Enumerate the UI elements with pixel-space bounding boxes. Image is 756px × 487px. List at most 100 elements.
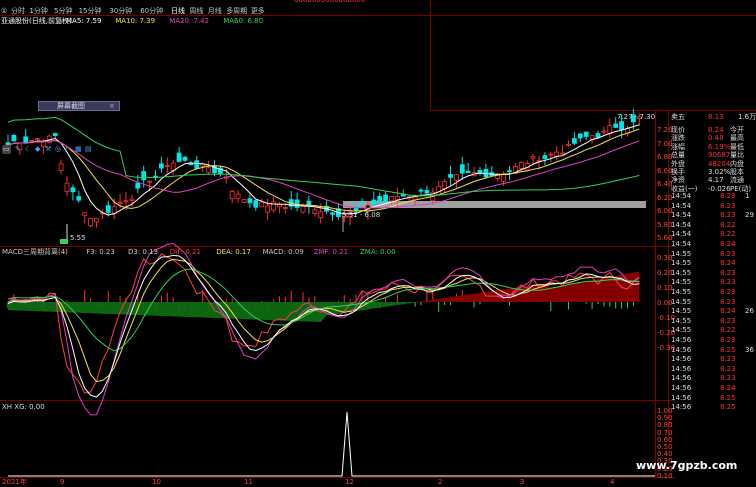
ma20-line [7,139,640,209]
candle-body [164,165,170,167]
screenshot-button-label: 屏幕截图 [57,102,85,110]
tick-price: 8.23 [720,249,736,258]
date-tick: 9 [60,478,65,486]
screenshot-button[interactable]: 屏幕截图 × [38,101,120,111]
drawing-toolbar: ▭ ✎ ☾ ◆ ⚒ ◎ ∕ ▦ ▤ [2,144,94,157]
candle-body [123,200,129,203]
tick-vol: 26 [745,307,754,316]
tick-price: 8.23 [720,278,736,287]
macd-legend-item: DEA: 0.17 [216,248,251,256]
tick-vol: 29 [745,211,754,220]
tick-time: 14:55 [671,316,692,325]
chart-canvas[interactable] [0,0,756,487]
candle-body [613,123,619,128]
tick-price: 8.23 [720,201,736,210]
candle-body [442,181,448,190]
candle-body [465,170,471,173]
tick-time: 14:54 [671,211,692,220]
candle-body [377,196,383,204]
candle-body [247,198,253,204]
candle-body [359,201,365,205]
support-band [343,201,646,208]
close-icon[interactable]: × [109,102,115,111]
candle-body [259,201,265,208]
candle-body [11,134,17,142]
line-icon[interactable]: ∕ [65,145,67,154]
tick-price: 8.23 [720,192,736,200]
tick-time: 14:55 [671,249,692,258]
candle-body [158,163,164,169]
candle-body [318,211,324,219]
tick-time: 14:55 [671,288,692,296]
candle-body [76,196,82,201]
candle-body [542,155,548,159]
candle-body [477,170,483,174]
candle-body [58,163,64,171]
tick-price: 8.23 [720,211,736,220]
tick-time: 14:56 [671,374,692,383]
candle-body [577,133,583,139]
tick-time: 14:56 [671,345,692,354]
toolbar-grip-icon[interactable]: ▭ [2,145,11,154]
tick-time: 14:56 [671,355,692,364]
candle-body [206,167,212,173]
quote-panel: 卖五 8.13 1.6万 现价 8.24 今开 涨跌 0.48 最高 涨幅 6.19% 最低 总量… [668,113,756,443]
pen-icon[interactable]: ✎ [15,145,21,154]
candle-body [64,182,70,192]
macd-legend-item: ZMF: 0.21 [313,248,349,256]
tick-time: 14:54 [671,230,692,239]
candle-body [548,153,554,156]
candle-body [235,193,241,199]
tick-price: 8.25 [720,403,736,412]
tick-price: 8.23 [720,364,736,373]
candle-body [141,171,147,181]
macd-legend-item: D3: 0.13 [128,248,159,256]
drop-icon[interactable]: ◆ [35,145,40,154]
tick-price: 8.23 [720,297,736,306]
candle-body [518,162,524,169]
tick-price: 8.23 [720,316,736,325]
candle-body [448,174,453,178]
candle-body [253,200,259,208]
tick-price: 8.25 [720,393,736,402]
wrench-icon[interactable]: ⚒ [45,145,51,154]
circle-icon[interactable]: ◎ [55,145,61,154]
tick-time: 14:55 [671,307,692,316]
candle-body [330,212,335,215]
candle-body [111,206,117,214]
tick-time: 14:56 [671,393,692,402]
tick-price: 8.23 [720,288,736,296]
tick-time: 14:54 [671,192,692,200]
candle-body [29,140,35,142]
tick-price: 8.25 [720,345,736,354]
tick-time: 14:55 [671,259,692,268]
low-price-label: 5.55 [70,234,86,242]
date-tick: 2 [438,478,443,486]
candle-body [88,217,93,226]
tick-price: 8.23 [720,374,736,383]
moon-icon[interactable]: ☾ [25,145,31,154]
tick-price: 8.24 [720,240,736,248]
candle-body [424,190,430,194]
tick-time: 14:55 [671,268,692,277]
date-tick: 11 [244,478,253,486]
candle-body [271,201,276,211]
tick-price: 8.24 [720,384,736,392]
tick-price: 8.23 [720,355,736,364]
sell5-label: 卖五 [671,113,685,121]
candle-body [601,130,607,133]
macd-legend-item: MACD: 0.09 [262,248,304,256]
candle-body [82,212,88,216]
candle-body [105,205,111,213]
top-range-label: 7.27 - 7.30 [617,113,656,121]
tick-time: 14:54 [671,220,692,229]
more-icon[interactable]: ▤ [85,145,92,154]
candle-body [595,133,601,138]
dea-line [7,258,640,383]
candle-body [453,174,459,181]
macd-legend: MACD三周期背离(4) F3: 0.23 D3: 0.13 DIF: 0.21 DEA… [0,248,396,257]
grid-icon[interactable]: ▦ [75,145,82,154]
tick-time: 14:56 [671,403,692,412]
date-tick: 3 [520,478,525,486]
tick-price: 8.22 [720,230,736,239]
